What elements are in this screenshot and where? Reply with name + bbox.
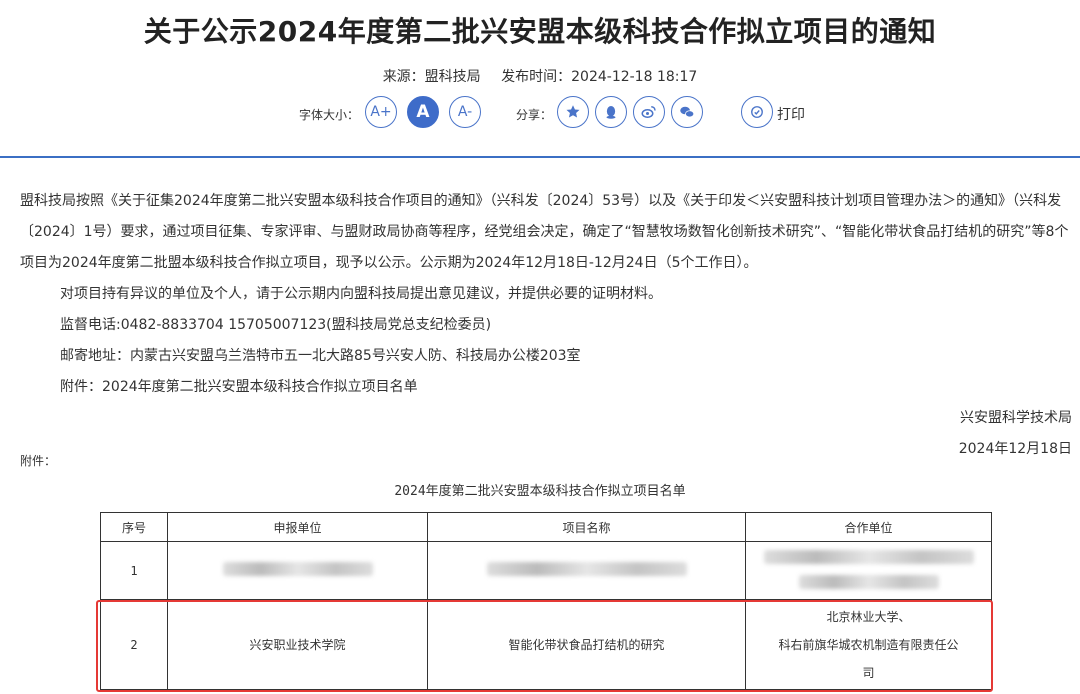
row-project: 智能化带状食品打结机的研究	[427, 599, 746, 690]
project-table: 序号 申报单位 项目名称 合作单位 1 2 兴安职业技术学院 智能化带状食品打结…	[100, 512, 992, 690]
column-header-project: 项目名称	[427, 512, 746, 542]
attachment-label: 附件：	[20, 454, 57, 468]
article-body: 盟科技局按照《关于征集2024年度第二批兴安盟本级科技合作项目的通知》（兴科发〔…	[20, 186, 1072, 465]
source-label: 来源：盟科技局	[382, 69, 481, 85]
wechat-share-button[interactable]	[671, 96, 703, 128]
mailing-address: 邮寄地址：内蒙古兴安盟乌兰浩特市五一北大路85号兴安人防、科技局办公楼203室	[60, 348, 581, 364]
blurred-project-cell	[427, 541, 746, 600]
font-size-label: 字体大小：	[299, 108, 360, 122]
column-header-partner: 合作单位	[745, 512, 992, 542]
signature-org: 兴安盟科学技术局	[960, 410, 1072, 426]
article-meta: 来源：盟科技局 发布时间：2024-12-18 18:17	[0, 66, 1080, 86]
row-unit: 兴安职业技术学院	[167, 599, 428, 690]
blurred-text	[763, 549, 974, 564]
wechat-icon	[680, 106, 695, 118]
blurred-text	[486, 562, 687, 576]
page-title: 关于公示2024年度第二批兴安盟本级科技合作拟立项目的通知	[143, 15, 937, 48]
qzone-share-button[interactable]	[557, 96, 589, 128]
column-header-no: 序号	[100, 512, 168, 542]
blurred-partner-cell	[745, 541, 992, 600]
font-decrease-button[interactable]: A-	[449, 96, 481, 128]
row-number: 1	[100, 541, 168, 600]
blurred-text	[798, 574, 939, 589]
signature-date: 2024年12月18日	[958, 441, 1072, 457]
print-label[interactable]: 打印	[777, 104, 805, 124]
body-paragraph-1: 盟科技局按照《关于征集2024年度第二批兴安盟本级科技合作项目的通知》（兴科发〔…	[20, 193, 1069, 271]
body-paragraph-2: 对项目持有异议的单位及个人，请于公示期内向盟科技局提出意见建议，并提供必要的证明…	[60, 286, 662, 302]
partner-line: 科右前旗华城农机制造有限责任公	[778, 637, 959, 652]
weibo-icon	[641, 106, 656, 118]
table-header-row: 序号 申报单位 项目名称 合作单位	[100, 512, 992, 542]
table-row: 1	[100, 541, 992, 600]
column-header-unit: 申报单位	[167, 512, 428, 542]
qq-penguin-icon	[606, 106, 616, 119]
font-normal-button[interactable]: A	[407, 96, 439, 128]
supervision-phone: 监督电话:0482-8833704 15705007123(盟科技局党总支纪检委…	[60, 317, 492, 333]
row-partner: 北京林业大学、 科右前旗华城农机制造有限责任公 司	[745, 599, 992, 690]
blurred-unit-cell	[167, 541, 428, 600]
row-number: 2	[100, 599, 168, 690]
weibo-share-button[interactable]	[633, 96, 665, 128]
qzone-star-icon	[566, 105, 580, 118]
print-icon	[751, 106, 763, 118]
qq-share-button[interactable]	[595, 96, 627, 128]
publish-time: 发布时间：2024-12-18 18:17	[501, 69, 698, 85]
partner-line: 北京林业大学、	[826, 609, 911, 624]
print-button[interactable]	[741, 96, 773, 128]
font-increase-button[interactable]: A+	[365, 96, 397, 128]
attachment-note: 附件：2024年度第二批兴安盟本级科技合作拟立项目名单	[60, 379, 418, 395]
blurred-text	[222, 562, 373, 576]
share-label: 分享：	[516, 108, 553, 122]
table-row: 2 兴安职业技术学院 智能化带状食品打结机的研究 北京林业大学、 科右前旗华城农…	[100, 599, 992, 690]
article-toolbar: 字体大小： A+ A A- 分享： 打印	[0, 96, 1080, 130]
partner-line: 司	[862, 665, 875, 680]
article-header: 关于公示2024年度第二批兴安盟本级科技合作拟立项目的通知 来源：盟科技局 发布…	[0, 0, 1080, 158]
attachment-list-title: 2024年度第二批兴安盟本级科技合作拟立项目名单	[394, 484, 686, 499]
